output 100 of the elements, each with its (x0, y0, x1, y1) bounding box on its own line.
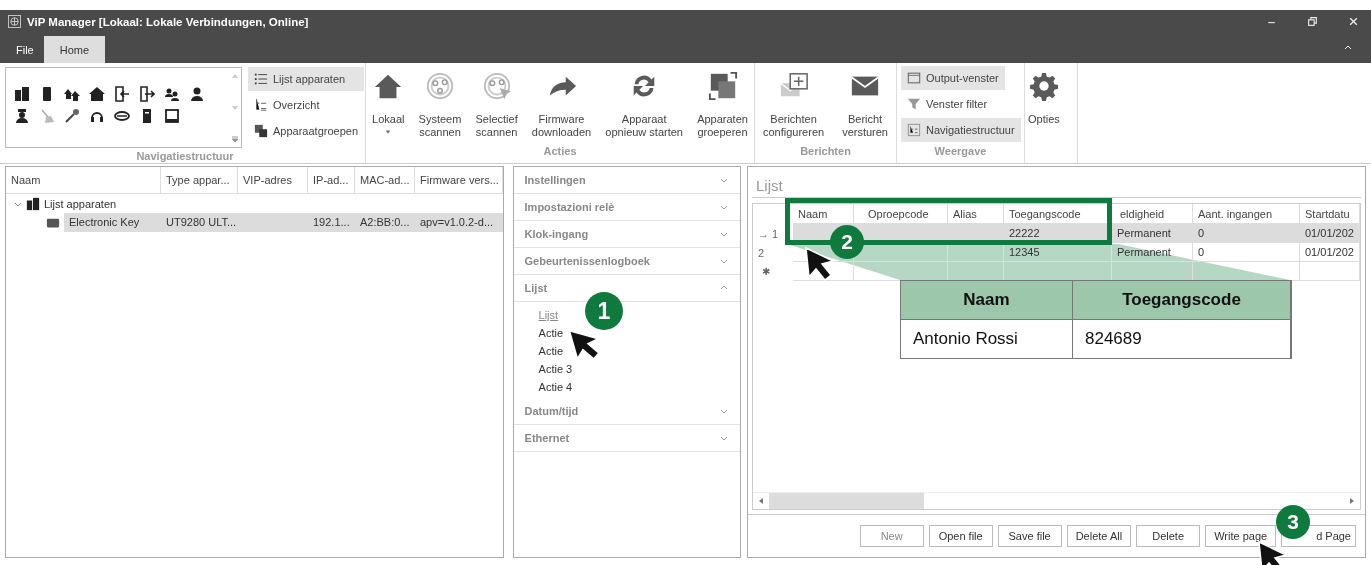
ribbon-button[interactable]: Apparaat opnieuw starten (602, 67, 686, 139)
ribbon-button[interactable]: Lokaal (369, 67, 408, 134)
section-header[interactable]: Ethernet (513, 425, 740, 452)
action-button[interactable]: Save file (997, 525, 1062, 547)
section-link[interactable]: Actie 3 (538, 360, 573, 378)
table-cell: Permanent (1112, 224, 1193, 243)
column-header[interactable]: Naam (6, 167, 161, 193)
section-header[interactable]: Gebeurtenissenlogboek (513, 248, 740, 275)
column-header[interactable]: VIP-adres (238, 167, 308, 193)
table-cell: 192.1... (308, 213, 355, 232)
section-link[interactable]: Actie 4 (538, 378, 573, 396)
people-icon[interactable] (164, 86, 180, 102)
view-toggle[interactable]: Output-venster (901, 66, 1005, 90)
group-label: Acties (542, 144, 578, 159)
step-badge: 3 (1276, 505, 1310, 539)
step-badge: 2 (830, 225, 864, 259)
column-header[interactable]: Firmware vers... (415, 167, 503, 193)
table-cell: A2:BB:0... (355, 213, 415, 232)
ribbon-button[interactable]: Berichten configureren (760, 67, 828, 139)
column-header: Naam (901, 281, 1073, 320)
tree-icon (254, 98, 268, 112)
list-icon (254, 72, 268, 86)
group-label: Navigatiestructuur (135, 149, 235, 164)
section-link[interactable]: Lijst (538, 306, 559, 324)
window-icon (907, 71, 921, 85)
monitor-icon[interactable] (164, 108, 180, 124)
column-header: Toegangscode (1073, 281, 1291, 320)
ribbon-button[interactable]: Systeem scannen (415, 67, 465, 139)
expand-gallery-icon[interactable] (231, 135, 239, 143)
chevron-up-icon (720, 284, 728, 292)
ribbon-button[interactable]: Firmware downloaden (528, 67, 595, 139)
action-button[interactable]: Open file (928, 525, 993, 547)
ribbon-button[interactable]: Selectief scannen (472, 67, 521, 139)
view-toggle[interactable]: Navigatiestructuur (901, 118, 1021, 142)
section-header[interactable]: Klok-ingang (513, 221, 740, 248)
cursor-icon (805, 247, 835, 281)
close-icon[interactable] (1348, 16, 1359, 27)
horizontal-scrollbar[interactable] (753, 492, 1360, 509)
door-out-icon[interactable] (139, 86, 155, 102)
table-cell: 01/01/202 (1300, 224, 1360, 243)
action-button[interactable]: Delete All (1066, 525, 1132, 547)
house-icon[interactable] (89, 86, 105, 102)
server-icon (26, 196, 40, 211)
table-cell: 01/01/202 (1300, 243, 1360, 262)
table-cell (1300, 262, 1360, 281)
section-link[interactable]: Actie (538, 324, 564, 342)
row-header[interactable]: → 1 (753, 224, 793, 243)
door-in-icon[interactable] (114, 86, 130, 102)
section-header[interactable]: Datum/tijd (513, 398, 740, 425)
chevron-down-icon (720, 407, 728, 415)
table-cell: 0 (1193, 243, 1300, 262)
row-header[interactable]: 2 (753, 243, 793, 262)
ribbon-button[interactable]: Bericht versturen (839, 67, 891, 139)
server-icon[interactable] (14, 86, 30, 102)
ribbon-tab[interactable]: Home (43, 36, 106, 63)
chevron-down-icon (720, 176, 728, 184)
action-button[interactable]: Delete (1136, 525, 1201, 547)
filter-icon (907, 97, 921, 111)
globe-icon (8, 15, 21, 28)
view-button[interactable]: Apparaatgroepen (248, 119, 364, 143)
action-button[interactable]: Write page (1205, 525, 1277, 547)
table-cell: Permanent (1112, 243, 1193, 262)
group-squares-icon (254, 124, 268, 138)
group-label: Berichten (799, 144, 852, 159)
column-header[interactable]: Type appar... (161, 167, 238, 193)
tree-icon (907, 123, 921, 137)
new-row-marker: ✱ (761, 265, 771, 279)
options-button[interactable]: Opties (1025, 67, 1063, 126)
section-header[interactable]: Impostazioni relè (513, 194, 740, 221)
group-label: Weergave (933, 144, 988, 159)
table-cell (948, 243, 1004, 262)
table-cell: apv=v1.0.2-d... (415, 213, 503, 232)
section-link[interactable]: Actie (538, 342, 564, 360)
chevron-down-icon (720, 434, 728, 442)
window-title: ViP Manager [Lokaal: Lokale Verbindungen, Online] (27, 15, 309, 28)
view-button[interactable]: Lijst apparaten (248, 67, 364, 91)
restore-icon[interactable] (1307, 16, 1318, 27)
chevron-down-icon (720, 230, 728, 238)
goggles-icon[interactable] (114, 108, 130, 124)
scan-icon (425, 71, 455, 101)
ribbon-button[interactable]: Apparaten groeperen (694, 67, 751, 139)
column-header[interactable]: MAC-ad... (355, 167, 415, 193)
column-header[interactable]: IP-ad... (308, 167, 355, 193)
chevron-down-icon (720, 257, 728, 265)
officer-icon[interactable] (14, 108, 30, 124)
panel-title: Lijst (752, 167, 1361, 198)
table-cell: Electronic Key (64, 213, 161, 232)
section-header[interactable]: Instellingen (513, 167, 740, 194)
table-cell: 0 (1193, 224, 1300, 243)
chevron-down-icon (720, 203, 728, 211)
tree-item[interactable]: Lijst apparaten (44, 197, 117, 210)
gear-icon (1028, 71, 1059, 101)
view-button[interactable]: Overzicht (248, 93, 364, 117)
table-cell: 12345 (1004, 243, 1112, 262)
view-toggle[interactable]: Venster filter (901, 92, 994, 116)
person-icon[interactable] (189, 86, 205, 102)
wrench-icon[interactable] (64, 108, 80, 124)
step-badge: 1 (585, 292, 623, 330)
ribbon-tab[interactable]: File (6, 36, 44, 63)
scan-cursor-icon (481, 71, 512, 101)
